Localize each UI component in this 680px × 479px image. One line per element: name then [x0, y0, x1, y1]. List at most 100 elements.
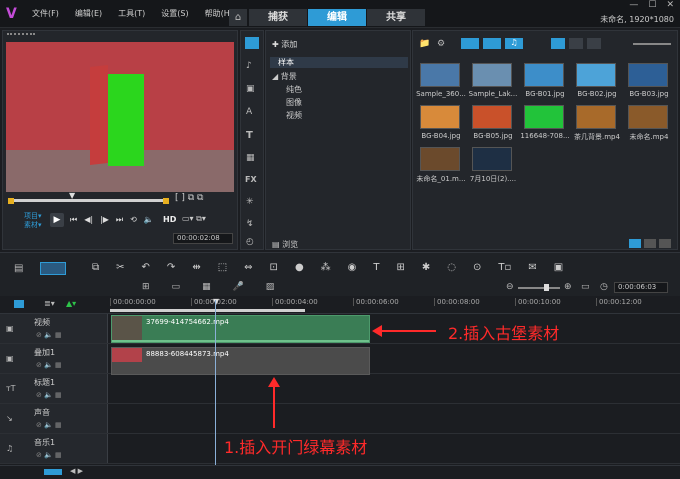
media-thumbnail-item[interactable]: 未命名.mp4	[623, 103, 675, 143]
trim-icon[interactable]: ⇹	[192, 262, 200, 273]
scrub-bar[interactable]	[8, 199, 168, 202]
menu-tools[interactable]: 工具(T)	[118, 8, 145, 19]
clip-mode[interactable]: 素材▾	[24, 221, 42, 230]
subtitle-icon[interactable]: ⊞	[397, 262, 405, 273]
redo-icon[interactable]: ↷	[167, 262, 175, 273]
maximize-icon[interactable]: ☐	[648, 0, 656, 10]
split-screen-icon[interactable]: ▨	[266, 282, 275, 292]
track-header[interactable]: ▣ 叠加1 ⊘ 🔈 ▦	[0, 344, 108, 373]
duration-field[interactable]: 0:00:06:03	[614, 282, 668, 293]
menu-edit[interactable]: 编辑(E)	[75, 8, 102, 19]
text-icon[interactable]: T▫	[498, 262, 511, 273]
track-controls-icon[interactable]: ⊘ 🔈 ▦	[36, 331, 62, 339]
storyboard-view-icon[interactable]: ▤	[14, 263, 23, 274]
track-icon[interactable]: ⊙	[473, 262, 481, 273]
mark-in-handle[interactable]	[8, 198, 14, 204]
transition-icon[interactable]: ▣	[246, 84, 255, 94]
ripple-edit-icon[interactable]: ▲▾	[66, 299, 76, 308]
image-icon[interactable]: ▣	[554, 262, 563, 273]
display-settings-icon[interactable]: ▭▾ ⧉▾	[182, 214, 206, 224]
tree-item-sample[interactable]: 样本	[270, 57, 408, 68]
overlay-clip-door[interactable]: 88883-608445873.mp4	[111, 347, 370, 375]
zoom-slider-thumb[interactable]	[544, 284, 549, 291]
ruler-playhead[interactable]: ▼	[213, 297, 219, 306]
volume-icon[interactable]: 🔈	[144, 215, 154, 225]
tab-edit[interactable]: 编辑	[308, 9, 366, 26]
media-thumbnail-item[interactable]: 7月10日(2)....	[467, 145, 519, 185]
track-header[interactable]: ▣ 视频 ⊘ 🔈 ▦	[0, 314, 108, 343]
track-header[interactable]: ↘ 声音 ⊘ 🔈 ▦	[0, 404, 108, 433]
media-library-icon[interactable]	[245, 37, 259, 49]
media-thumbnail-item[interactable]: 116648-708...	[519, 103, 571, 143]
multicam-icon[interactable]: ▦	[202, 282, 211, 292]
go-end-icon[interactable]: ⏭	[116, 215, 123, 225]
track-controls-icon[interactable]: ⊘ 🔈 ▦	[36, 421, 62, 429]
trim-bracket-icons[interactable]: [ ] ⧉ ⧉	[175, 193, 203, 203]
blend-icon[interactable]: ◉	[348, 262, 357, 273]
menu-settings[interactable]: 设置(S)	[161, 8, 188, 19]
record-voice-icon[interactable]: 🎤	[233, 282, 244, 292]
play-button[interactable]: ▶	[50, 213, 64, 227]
media-thumbnail-item[interactable]: BG-B05.jpg	[467, 103, 519, 143]
motion-icon[interactable]: ↯	[246, 219, 254, 229]
title-tool-icon[interactable]: T	[373, 262, 379, 273]
thumb-size-slider[interactable]	[633, 43, 671, 45]
mask-icon[interactable]: ✱	[422, 262, 430, 273]
prev-frame-icon[interactable]: ◀|	[84, 215, 93, 225]
zoom-out-icon[interactable]: ⊖	[506, 282, 514, 292]
timeline-view-button[interactable]	[40, 262, 66, 275]
clip-tools-icon[interactable]: ⧉	[92, 262, 99, 273]
zoom-in-icon[interactable]: ⊕	[564, 282, 572, 292]
tab-home[interactable]: ⌂	[229, 9, 247, 26]
media-thumbnail-item[interactable]: BG-B02.jpg	[571, 61, 623, 101]
auto-music-icon[interactable]: ✉	[528, 262, 536, 273]
template-icon[interactable]: A	[246, 107, 252, 117]
repeat-icon[interactable]: ⟲	[130, 215, 137, 225]
crop-icon[interactable]: ⬚	[218, 262, 227, 273]
view-list-button[interactable]	[569, 38, 583, 49]
close-icon[interactable]: ✕	[666, 0, 674, 10]
fx-filter-icon[interactable]: FX	[245, 175, 257, 184]
track-controls-icon[interactable]: ⊘ 🔈 ▦	[36, 391, 62, 399]
menu-file[interactable]: 文件(F)	[32, 8, 59, 19]
media-thumbnail-item[interactable]: 未命名_01.m...	[415, 145, 467, 185]
tree-item-background[interactable]: ◢ 背景	[272, 71, 297, 82]
next-frame-icon[interactable]: |▶	[100, 215, 109, 225]
track-header[interactable]: ♫ 音乐1 ⊘ 🔈 ▦	[0, 434, 108, 463]
tab-capture[interactable]: 捕获	[249, 9, 307, 26]
transition-icon[interactable]: ⁂	[321, 262, 331, 273]
video-clip-castle[interactable]: 37699-414754662.mp4	[111, 315, 370, 343]
pan-icon[interactable]: ⊡	[270, 262, 278, 273]
settings-icon[interactable]: ⚙	[437, 39, 445, 49]
media-thumbnail-item[interactable]: Sample_Lak...	[467, 61, 519, 101]
speed-icon[interactable]: ◴	[246, 237, 254, 247]
view-mode-1-button[interactable]	[629, 239, 641, 248]
zoom-slider[interactable]	[518, 287, 560, 289]
view-mode-2-button[interactable]	[644, 239, 656, 248]
view-mode-3-button[interactable]	[659, 239, 671, 248]
chapter-icon[interactable]: ≣▾	[44, 299, 55, 308]
fit-project-icon[interactable]: ▭	[581, 282, 590, 292]
track-scroll-thumb[interactable]	[44, 469, 62, 475]
tree-item-image[interactable]: 图像	[286, 97, 302, 108]
playhead-line[interactable]	[215, 300, 216, 465]
hd-toggle[interactable]: HD	[163, 215, 176, 224]
sort-button[interactable]	[587, 38, 601, 49]
track-header[interactable]: ᴛT 标题1 ⊘ 🔈 ▦	[0, 374, 108, 403]
add-folder-button[interactable]: ✚ 添加	[272, 39, 297, 50]
media-thumbnail-item[interactable]: BG-B04.jpg	[415, 103, 467, 143]
instant-project-icon[interactable]: ♪	[246, 61, 252, 71]
mark-out-handle[interactable]	[163, 198, 169, 204]
filter-video-button[interactable]	[461, 38, 479, 49]
media-thumbnail-item[interactable]: 茶几背景.mp4	[571, 103, 623, 143]
title-icon[interactable]: T	[246, 130, 253, 141]
timecode-field[interactable]: 00:00:02:08	[173, 233, 233, 244]
motion-icon[interactable]: ◌	[447, 262, 456, 273]
folder-icon[interactable]: 📁	[419, 39, 430, 49]
mixer-icon[interactable]: ⊞	[142, 282, 150, 292]
filter-photo-button[interactable]	[483, 38, 501, 49]
track-manager-icon[interactable]	[14, 300, 24, 308]
view-thumb-button[interactable]	[551, 38, 565, 49]
tab-share[interactable]: 共享	[367, 9, 425, 26]
motion-track-icon[interactable]: ▭	[172, 282, 181, 292]
